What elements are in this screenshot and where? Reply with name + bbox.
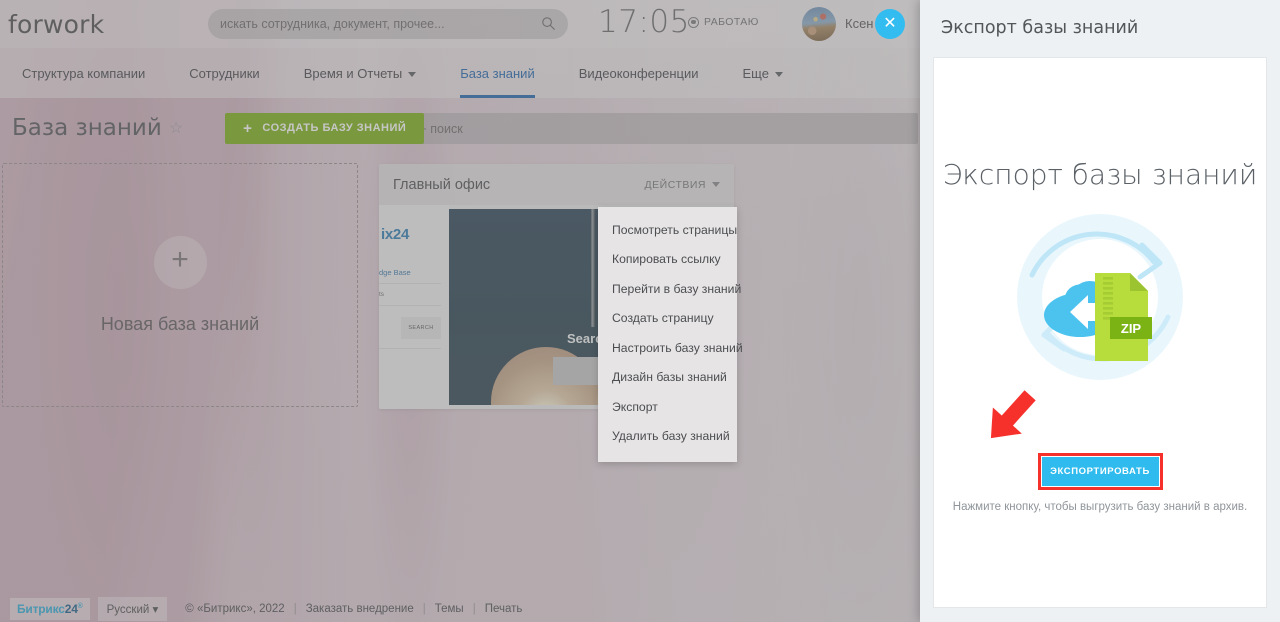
thumb-nav-item-2: ts bbox=[379, 291, 385, 298]
actions-context-menu: Посмотреть страницы Копировать ссылку Пе… bbox=[598, 207, 743, 463]
export-slider-panel: Экспорт базы знаний Экспорт базы знаний bbox=[920, 0, 1280, 622]
site-logo: forwork bbox=[8, 9, 105, 39]
nav-label: Время и Отчеты bbox=[303, 65, 403, 81]
close-icon: ✕ bbox=[883, 15, 897, 32]
chevron-down-icon: ▾ bbox=[152, 603, 159, 616]
slider-title: Экспорт базы знаний bbox=[941, 18, 1139, 38]
close-slider-button[interactable]: ✕ bbox=[875, 9, 905, 39]
nav-item-structure[interactable]: Структура компании bbox=[18, 48, 167, 98]
work-status[interactable]: РАБОТАЮ bbox=[688, 16, 759, 28]
menu-item-export[interactable]: Экспорт bbox=[598, 393, 737, 422]
page-toolbar: База знаний ☆ + СОЗДАТЬ БАЗУ ЗНАНИЙ bbox=[0, 104, 920, 152]
footer-link-print[interactable]: Печать bbox=[485, 603, 523, 615]
nav-item-employees[interactable]: Сотрудники bbox=[167, 48, 281, 98]
thumb-search-button: SEARCH bbox=[401, 317, 441, 339]
kb-grid: + Новая база знаний Главный офис ДЕЙСТВИ… bbox=[0, 155, 920, 585]
divider: | bbox=[422, 602, 426, 615]
new-knowledge-base-label: Новая база знаний bbox=[100, 313, 260, 334]
nav-item-time-reports[interactable]: Время и Отчеты bbox=[282, 48, 439, 98]
knowledge-base-name: Главный офис bbox=[393, 176, 491, 193]
plus-icon: + bbox=[153, 235, 207, 289]
red-arrow-icon bbox=[990, 390, 1036, 439]
menu-item-delete-kb[interactable]: Удалить базу знаний bbox=[598, 422, 737, 451]
divider bbox=[379, 348, 441, 349]
cloud-download-zip-icon: ZIP bbox=[970, 205, 1230, 390]
menu-item-configure-kb[interactable]: Настроить базу знаний bbox=[598, 334, 743, 363]
actions-dropdown-trigger[interactable]: ДЕЙСТВИЯ bbox=[645, 179, 720, 191]
actions-label: ДЕЙСТВИЯ bbox=[644, 178, 706, 191]
chevron-down-icon bbox=[774, 71, 783, 77]
footer: Битрикс24® Русский ▾ © «Битрикс», 2022 |… bbox=[0, 595, 920, 622]
new-knowledge-base-tile[interactable]: + Новая база знаний bbox=[2, 163, 358, 407]
top-header: forwork искать сотрудника, документ, про… bbox=[0, 0, 920, 48]
highlight-box: ЭКСПОРТИРОВАТЬ bbox=[1037, 453, 1163, 490]
nav-item-more[interactable]: Еще bbox=[720, 48, 804, 98]
zip-label: ZIP bbox=[1121, 321, 1142, 336]
bitrix24-logo-text: Битрикс bbox=[17, 601, 65, 616]
divider bbox=[379, 283, 441, 284]
work-status-label: РАБОТАЮ bbox=[704, 16, 759, 28]
copyright: © «Битрикс», 2022 bbox=[185, 602, 285, 615]
main-nav: Структура компании Сотрудники Время и От… bbox=[0, 48, 920, 98]
nav-label: Еще bbox=[742, 65, 769, 81]
menu-item-design-kb[interactable]: Дизайн базы знаний bbox=[598, 363, 737, 392]
nav-label: Видеоконференции bbox=[578, 65, 699, 81]
bitrix24-logo-num: 24 bbox=[64, 601, 78, 616]
footer-link-order[interactable]: Заказать внедрение bbox=[306, 603, 414, 615]
divider bbox=[379, 305, 441, 306]
star-outline-icon[interactable]: ☆ bbox=[169, 118, 183, 138]
nav-item-videoconferences[interactable]: Видеоконференции bbox=[557, 48, 721, 98]
menu-item-copy-link[interactable]: Копировать ссылку bbox=[598, 245, 737, 274]
page-title: База знаний bbox=[12, 115, 162, 141]
export-heading: Экспорт базы знаний bbox=[942, 158, 1258, 191]
menu-item-go-to-kb[interactable]: Перейти в базу знаний bbox=[598, 275, 741, 304]
menu-item-create-page[interactable]: Создать страницу bbox=[598, 304, 737, 333]
nav-item-knowledge-base[interactable]: База знаний bbox=[438, 48, 557, 98]
slider-content: Экспорт базы знаний ZIP ЭКСПОРТИРОВАТЬ Н… bbox=[933, 57, 1267, 608]
export-button[interactable]: ЭКСПОРТИРОВАТЬ bbox=[1041, 457, 1159, 486]
clock: 17:05 bbox=[598, 4, 690, 40]
nav-label: Структура компании bbox=[22, 65, 146, 81]
footer-link-themes[interactable]: Темы bbox=[435, 603, 464, 615]
export-button-area: ЭКСПОРТИРОВАТЬ bbox=[934, 453, 1266, 490]
nav-label: База знаний bbox=[460, 65, 535, 81]
photo-rod bbox=[591, 209, 595, 327]
menu-item-view-pages[interactable]: Посмотреть страницы bbox=[598, 216, 737, 245]
screen: forwork искать сотрудника, документ, про… bbox=[0, 0, 1280, 622]
portal-behind-slider: forwork искать сотрудника, документ, про… bbox=[0, 0, 920, 622]
thumb-nav-item-1: dge Base bbox=[379, 268, 411, 277]
language-label: Русский bbox=[106, 603, 150, 616]
export-hint: Нажмите кнопку, чтобы выгрузить базу зна… bbox=[952, 501, 1248, 513]
thumb-logo: ix24 bbox=[381, 226, 409, 243]
record-dot-icon bbox=[688, 16, 699, 28]
nav-label: Сотрудники bbox=[189, 65, 260, 81]
avatar[interactable] bbox=[802, 7, 836, 41]
chevron-down-icon bbox=[712, 182, 720, 187]
divider: | bbox=[293, 602, 297, 615]
knowledge-base-card-header: Главный офис ДЕЙСТВИЯ bbox=[379, 164, 734, 205]
create-knowledge-base-label: СОЗДАТЬ БАЗУ ЗНАНИЙ bbox=[262, 122, 407, 134]
bitrix24-logo-sup: ® bbox=[77, 602, 83, 610]
divider: | bbox=[472, 602, 476, 615]
global-search-placeholder: искать сотрудника, документ, прочее... bbox=[220, 17, 445, 31]
chevron-down-icon bbox=[408, 71, 417, 77]
language-selector[interactable]: Русский ▾ bbox=[97, 596, 168, 621]
search-icon bbox=[542, 17, 555, 30]
user-name[interactable]: Ксен bbox=[845, 16, 873, 31]
create-knowledge-base-button[interactable]: + СОЗДАТЬ БАЗУ ЗНАНИЙ bbox=[225, 112, 425, 144]
global-search[interactable]: искать сотрудника, документ, прочее... bbox=[208, 9, 568, 39]
bitrix24-logo[interactable]: Битрикс24® bbox=[10, 597, 90, 620]
plus-icon: + bbox=[243, 119, 253, 137]
